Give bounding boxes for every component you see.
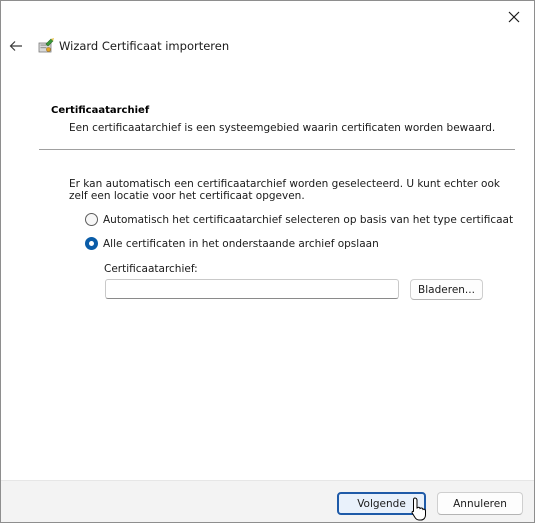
cancel-button[interactable]: Annuleren [437,492,523,515]
browse-button[interactable]: Bladeren... [410,279,483,300]
window-title: Wizard Certificaat importeren [59,39,230,53]
radio-option-manual[interactable]: Alle certificaten in het onderstaande ar… [85,237,379,250]
section-description: Een certificaatarchief is een systeemgeb… [69,122,496,134]
certificate-store-field[interactable] [105,279,399,299]
radio-automatic-label: Automatisch het certificaatarchief selec… [103,213,514,226]
close-icon [508,11,520,23]
footer-bar: Volgende Annuleren [1,480,534,522]
radio-automatic[interactable] [85,213,98,226]
arrow-left-icon [9,41,22,51]
divider [39,149,515,150]
radio-option-automatic[interactable]: Automatisch het certificaatarchief selec… [85,213,513,226]
radio-manual-label: Alle certificaten in het onderstaande ar… [103,237,379,250]
wizard-header: Wizard Certificaat importeren [1,29,534,65]
section-heading: Certificaatarchief [51,105,150,116]
wizard-window: Wizard Certificaat importeren Certificaa… [0,0,535,523]
radio-manual[interactable] [85,237,98,250]
back-button[interactable] [5,33,27,59]
certificate-wizard-icon [38,38,54,53]
certificate-store-label: Certificaatarchief: [104,263,198,275]
intro-text: Er kan automatisch een certificaatarchie… [69,178,500,202]
mouse-pointer-icon [411,497,426,521]
